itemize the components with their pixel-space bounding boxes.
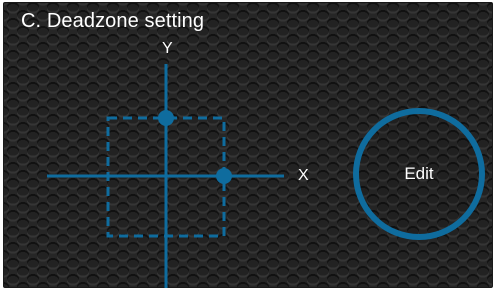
x-axis-label: X (298, 167, 309, 184)
x-deadzone-handle[interactable] (216, 168, 232, 184)
y-axis-label: Y (162, 40, 173, 57)
edit-button[interactable]: Edit (353, 108, 485, 240)
y-deadzone-handle[interactable] (158, 110, 174, 126)
deadzone-panel: C. Deadzone setting Y X Edit (3, 2, 493, 288)
edit-button-label: Edit (404, 164, 434, 183)
